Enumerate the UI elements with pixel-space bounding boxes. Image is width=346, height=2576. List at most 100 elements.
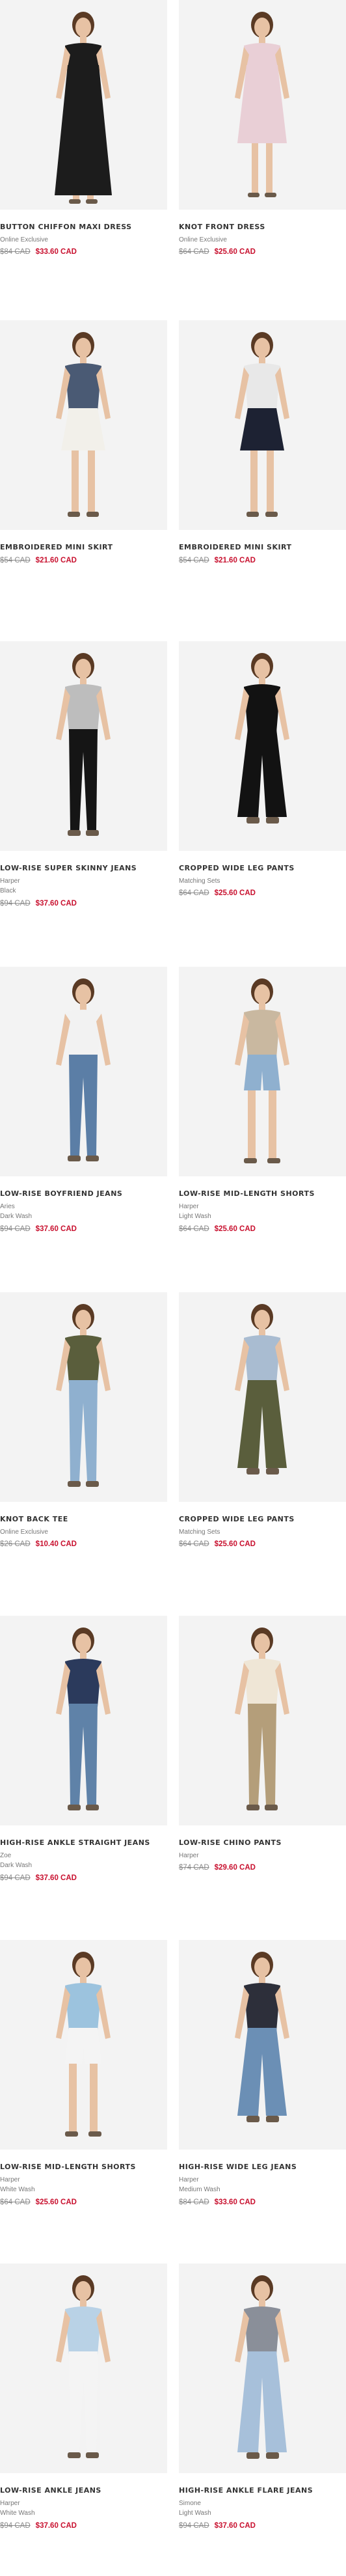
original-price: $94 CAD <box>0 900 31 907</box>
product-card[interactable]: EMBROIDERED MINI SKIRT $54 CAD $21.60 CAD <box>179 320 346 633</box>
original-price: $64 CAD <box>179 248 209 256</box>
sale-price: $37.60 CAD <box>35 2522 77 2530</box>
product-fit-label: Online Exclusive <box>179 236 227 243</box>
product-name[interactable]: LOW-RISE BOYFRIEND JEANS <box>0 1189 167 1198</box>
product-name[interactable]: KNOT FRONT DRESS <box>179 223 346 231</box>
product-card[interactable]: LOW-RISE CHINO PANTS Harper $74 CAD $29.60 … <box>179 1616 346 1928</box>
original-price: $94 CAD <box>179 2522 209 2530</box>
product-card[interactable]: EMBROIDERED MINI SKIRT $54 CAD $21.60 CAD <box>0 320 167 633</box>
model-denim-shorts-photo <box>235 978 289 1163</box>
product-image[interactable] <box>179 967 346 1176</box>
product-name[interactable]: KNOT BACK TEE <box>0 1515 167 1523</box>
product-name[interactable]: HIGH-RISE WIDE LEG JEANS <box>179 2163 346 2171</box>
product-fit-label: Harper <box>179 2176 199 2183</box>
product-name[interactable]: LOW-RISE CHINO PANTS <box>179 1838 346 1847</box>
product-fit-label: Harper <box>179 1852 199 1859</box>
product-image[interactable] <box>179 641 346 851</box>
product-name[interactable]: CROPPED WIDE LEG PANTS <box>179 864 346 872</box>
model-chino-pants-photo <box>235 1627 289 1810</box>
product-card[interactable]: HIGH-RISE WIDE LEG JEANS Harper Medium Was… <box>179 1940 346 2252</box>
sale-price: $21.60 CAD <box>214 557 256 564</box>
original-price: $94 CAD <box>0 1874 31 1882</box>
product-card[interactable]: CROPPED WIDE LEG PANTS Matching Sets $64 C… <box>179 641 346 954</box>
product-image[interactable] <box>0 2264 167 2473</box>
product-image[interactable] <box>179 0 346 210</box>
product-card[interactable]: LOW-RISE MID-LENGTH SHORTS Harper White Wa… <box>0 1940 167 2252</box>
product-fit-label: Online Exclusive <box>0 1529 48 1536</box>
product-card[interactable]: CROPPED WIDE LEG PANTS Matching Sets $64 C… <box>179 1292 346 1605</box>
product-image[interactable] <box>0 967 167 1176</box>
product-name[interactable]: LOW-RISE MID-LENGTH SHORTS <box>179 1189 346 1198</box>
product-image[interactable] <box>179 1616 346 1825</box>
product-wash-label: Medium Wash <box>179 2186 220 2193</box>
product-card[interactable]: HIGH-RISE ANKLE FLARE JEANS Simone Light W… <box>179 2264 346 2576</box>
product-image[interactable] <box>0 320 167 530</box>
price-row: $94 CAD $37.60 CAD <box>0 900 167 907</box>
product-card[interactable]: LOW-RISE BOYFRIEND JEANS Aries Dark Wash $9… <box>0 967 167 1279</box>
product-fit-label: Simone <box>179 2500 201 2507</box>
sale-price: $37.60 CAD <box>214 2522 256 2530</box>
product-fit-label: Harper <box>179 1203 199 1210</box>
sale-price: $25.60 CAD <box>35 2198 77 2206</box>
model-white-shorts-photo <box>56 1952 111 2137</box>
price-row: $54 CAD $21.60 CAD <box>0 557 167 564</box>
original-price: $74 CAD <box>179 1864 209 1872</box>
product-name[interactable]: LOW-RISE MID-LENGTH SHORTS <box>0 2163 167 2171</box>
product-wash-label: Light Wash <box>179 1213 211 1220</box>
product-fit-label: Online Exclusive <box>0 236 48 243</box>
product-name[interactable]: BUTTON CHIFFON MAXI DRESS <box>0 223 167 231</box>
product-card[interactable]: HIGH-RISE ANKLE STRAIGHT JEANS Zoe Dark Wa… <box>0 1616 167 1928</box>
product-image[interactable] <box>179 320 346 530</box>
product-card[interactable]: LOW-RISE ANKLE JEANS Harper White Wash $94 … <box>0 2264 167 2576</box>
product-name[interactable]: LOW-RISE SUPER SKINNY JEANS <box>0 864 167 872</box>
product-card[interactable]: LOW-RISE MID-LENGTH SHORTS Harper Light Wa… <box>179 967 346 1279</box>
product-name[interactable]: EMBROIDERED MINI SKIRT <box>0 543 167 551</box>
product-fit-label: Harper <box>0 878 20 885</box>
sale-price: $25.60 CAD <box>214 1225 256 1233</box>
model-straight-jeans-photo <box>56 1627 111 1810</box>
product-wash-label: Black <box>0 887 16 894</box>
product-wash-label: White Wash <box>0 2186 35 2193</box>
product-name[interactable]: HIGH-RISE ANKLE FLARE JEANS <box>179 2486 346 2495</box>
product-fit-label: Aries <box>0 1203 15 1210</box>
sale-price: $33.60 CAD <box>214 2198 256 2206</box>
model-boyfriend-jeans-photo <box>56 978 111 1161</box>
model-wide-leg-jeans-photo <box>235 1952 289 2122</box>
model-floral-dress-photo <box>235 12 289 197</box>
product-wash-label: Dark Wash <box>0 1213 33 1220</box>
product-fit-label: Harper <box>0 2500 20 2507</box>
original-price: $94 CAD <box>0 1225 31 1233</box>
price-row: $64 CAD $25.60 CAD <box>179 889 346 897</box>
product-fit-label: Matching Sets <box>179 878 220 885</box>
original-price: $64 CAD <box>179 1540 209 1548</box>
price-row: $64 CAD $25.60 CAD <box>179 1225 346 1233</box>
product-name[interactable]: HIGH-RISE ANKLE STRAIGHT JEANS <box>0 1838 167 1847</box>
original-price: $94 CAD <box>0 2522 31 2530</box>
model-olive-wide-pants-photo <box>235 1304 289 1475</box>
product-image[interactable] <box>0 1292 167 1502</box>
product-image[interactable] <box>179 1940 346 2150</box>
product-card[interactable]: LOW-RISE SUPER SKINNY JEANS Harper Black $9… <box>0 641 167 954</box>
price-row: $26 CAD $10.40 CAD <box>0 1540 167 1548</box>
sale-price: $25.60 CAD <box>214 1540 256 1548</box>
product-name[interactable]: CROPPED WIDE LEG PANTS <box>179 1515 346 1523</box>
product-image[interactable] <box>179 2264 346 2473</box>
sale-price: $37.60 CAD <box>35 1225 77 1233</box>
product-image[interactable] <box>0 1940 167 2150</box>
price-row: $84 CAD $33.60 CAD <box>179 2198 346 2206</box>
product-wash-label: Light Wash <box>179 2510 211 2517</box>
product-card[interactable]: BUTTON CHIFFON MAXI DRESS Online Exclusiv… <box>0 0 167 312</box>
product-name[interactable]: LOW-RISE ANKLE JEANS <box>0 2486 167 2495</box>
product-card[interactable]: KNOT BACK TEE Online Exclusive $26 CAD $10.… <box>0 1292 167 1605</box>
product-card[interactable]: KNOT FRONT DRESS Online Exclusive $64 CAD $… <box>179 0 346 312</box>
price-row: $94 CAD $37.60 CAD <box>0 2522 167 2530</box>
product-image[interactable] <box>0 641 167 851</box>
model-black-jeans-photo <box>56 653 111 836</box>
product-image[interactable] <box>0 1616 167 1825</box>
sale-price: $29.60 CAD <box>214 1864 256 1872</box>
price-row: $94 CAD $37.60 CAD <box>179 2522 346 2530</box>
product-wash-label: White Wash <box>0 2510 35 2517</box>
product-image[interactable] <box>0 0 167 210</box>
product-name[interactable]: EMBROIDERED MINI SKIRT <box>179 543 346 551</box>
product-image[interactable] <box>179 1292 346 1502</box>
